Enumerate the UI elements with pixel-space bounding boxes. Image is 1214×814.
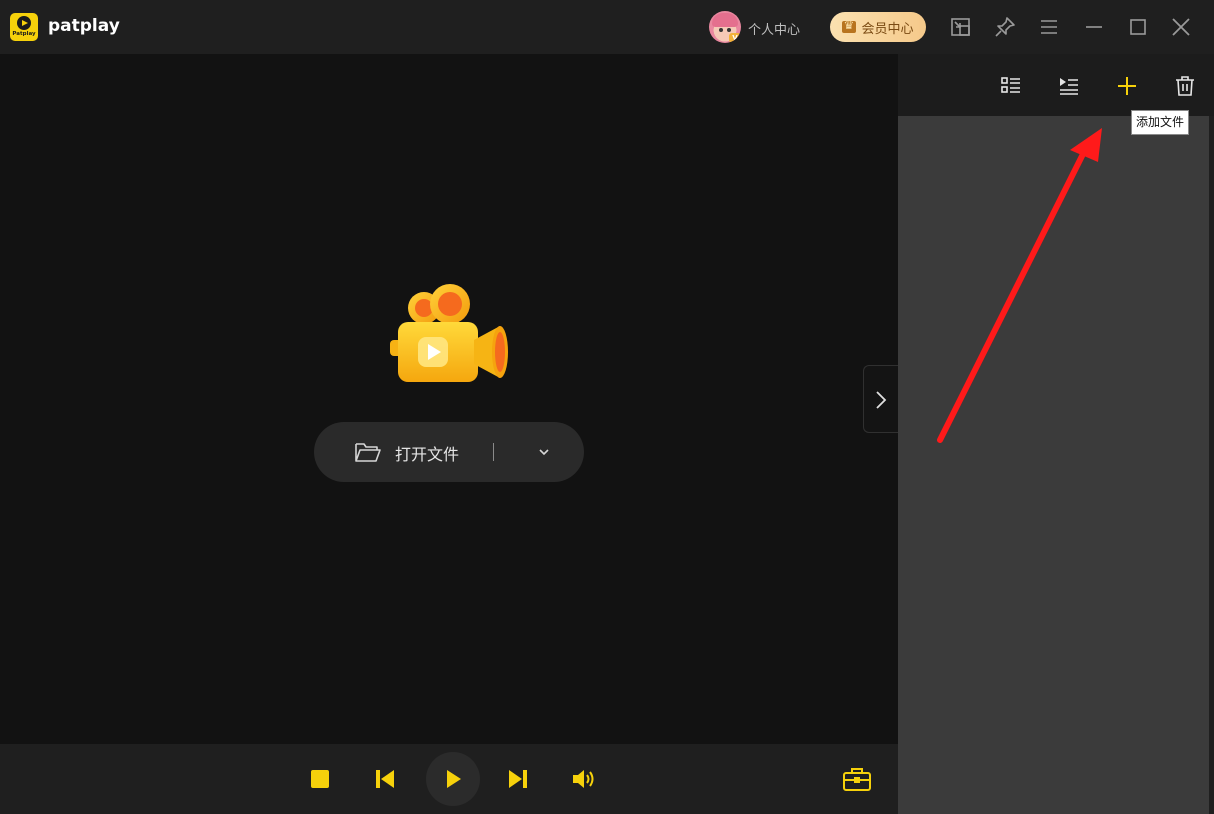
patplay-logo-icon: Patplay — [10, 13, 38, 41]
playlist-list-area[interactable] — [898, 116, 1209, 814]
playlist-scrollbar-track[interactable] — [1209, 116, 1214, 814]
minimize-icon[interactable] — [1081, 14, 1107, 40]
stop-icon[interactable] — [308, 767, 332, 791]
video-camera-icon — [390, 284, 508, 382]
vip-center-button[interactable]: 会员中心 — [830, 12, 926, 42]
title-bar: Patplay patplay V 个人中心 会员中心 — [0, 0, 1214, 54]
patplay-window: Patplay patplay V 个人中心 会员中心 — [0, 0, 1214, 814]
toggle-playlist-button[interactable] — [863, 365, 898, 433]
chevron-down-icon[interactable] — [536, 444, 552, 460]
divider — [493, 443, 494, 461]
play-icon[interactable] — [441, 767, 465, 791]
video-display-area[interactable] — [0, 54, 898, 744]
crown-icon — [842, 18, 857, 33]
maximize-icon[interactable] — [1125, 14, 1151, 40]
app-title: patplay — [48, 16, 120, 36]
vip-center-label: 会员中心 — [861, 21, 914, 37]
folder-icon — [355, 443, 381, 462]
previous-icon[interactable] — [373, 767, 397, 791]
close-icon[interactable] — [1168, 14, 1194, 40]
list-view-icon[interactable] — [999, 74, 1023, 98]
trash-icon[interactable] — [1173, 74, 1197, 98]
toolbox-icon[interactable] — [842, 766, 872, 792]
playlist-mode-icon[interactable] — [1057, 74, 1081, 98]
playlist-toolbar — [898, 54, 1214, 116]
personal-center-link[interactable]: 个人中心 — [748, 19, 800, 38]
menu-icon[interactable] — [1036, 14, 1062, 40]
avatar-vip-badge: V — [729, 33, 741, 43]
open-file-button[interactable]: 打开文件 — [314, 422, 584, 482]
add-icon[interactable] — [1115, 74, 1139, 98]
chevron-right-icon — [876, 391, 887, 409]
pin-icon[interactable] — [992, 14, 1018, 40]
next-icon[interactable] — [506, 767, 530, 791]
playlist-panel — [898, 54, 1214, 814]
user-avatar[interactable]: V — [709, 11, 741, 43]
logo-text: Patplay — [12, 31, 36, 37]
volume-icon[interactable] — [571, 767, 597, 791]
mini-mode-icon[interactable] — [948, 14, 974, 40]
open-file-label: 打开文件 — [395, 445, 460, 464]
add-file-tooltip: 添加文件 — [1131, 110, 1189, 135]
playback-control-bar — [0, 744, 898, 814]
